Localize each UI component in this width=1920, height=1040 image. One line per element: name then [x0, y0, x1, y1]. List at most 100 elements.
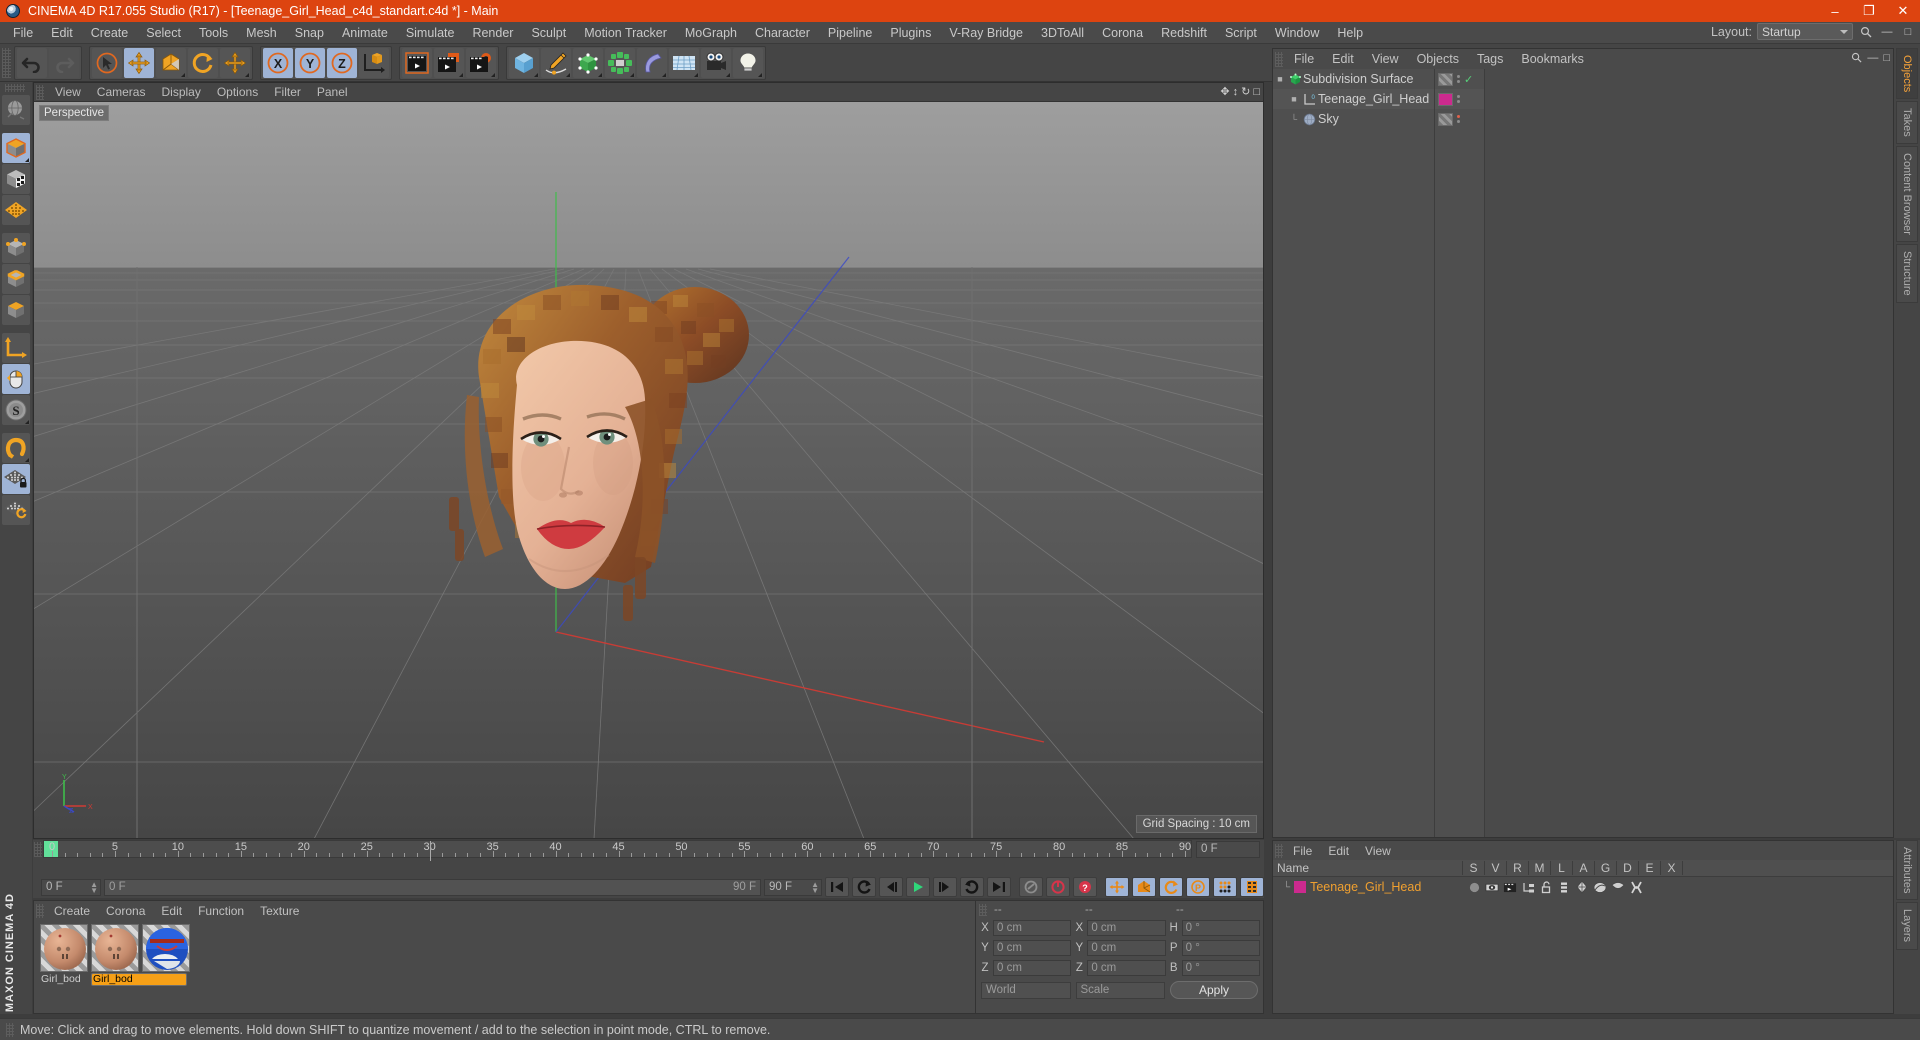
position-key-button[interactable] [1105, 877, 1129, 897]
viewport-menu-panel[interactable]: Panel [309, 84, 356, 100]
object-tree[interactable]: ■ Subdivision Surface ■ 0 Teenage_Girl_H… [1273, 69, 1435, 837]
spinner-icon[interactable]: ▲▼ [90, 882, 98, 894]
bend-deformer-button[interactable] [637, 48, 667, 78]
edges-mode-button[interactable] [2, 264, 30, 294]
tag-menu-edit[interactable]: Edit [1320, 843, 1357, 859]
viewport-menu-grip[interactable] [36, 85, 44, 100]
menu-item-edit[interactable]: Edit [42, 24, 82, 42]
undo-tool[interactable] [17, 48, 47, 78]
menu-item-motion-tracker[interactable]: Motion Tracker [575, 24, 676, 42]
menu-item-mograph[interactable]: MoGraph [676, 24, 746, 42]
expander-minus-icon[interactable]: ■ [1273, 74, 1287, 84]
expander-plus-icon[interactable]: ■ [1287, 94, 1301, 104]
tab-content-browser[interactable]: Content Browser [1896, 146, 1918, 242]
rotate-view-icon[interactable]: ↻ [1241, 85, 1250, 98]
points-mode-button[interactable] [2, 233, 30, 263]
tab-layers[interactable]: Layers [1896, 902, 1918, 949]
timeline-ruler[interactable]: 051015202530354045505560657075808590 [43, 840, 1192, 858]
material-menu-edit[interactable]: Edit [153, 903, 190, 919]
object-tag-row[interactable]: ✓ [1435, 69, 1484, 89]
preview-range-bar[interactable]: 0 F 90 F [104, 879, 761, 896]
perspective-viewport[interactable]: Perspective [34, 102, 1263, 838]
render-view-button[interactable] [402, 48, 432, 78]
hierarchy-icon[interactable] [1521, 880, 1535, 894]
viewport-menu-options[interactable]: Options [209, 84, 266, 100]
object-tag-row[interactable] [1435, 109, 1484, 129]
menu-item-snap[interactable]: Snap [286, 24, 333, 42]
render-to-picture-viewer-button[interactable] [434, 48, 464, 78]
menu-item-pipeline[interactable]: Pipeline [819, 24, 881, 42]
visibility-dots-icon[interactable] [1457, 75, 1460, 83]
restore-panel-icon[interactable]: □ [1883, 52, 1890, 66]
keyframe-selection-button[interactable]: ? [1073, 877, 1097, 897]
toolbar-grip[interactable] [2, 48, 11, 78]
object-row-subdivision-surface[interactable]: ■ Subdivision Surface [1273, 69, 1434, 89]
step-forward-button[interactable] [933, 877, 957, 897]
position-z-field[interactable]: 0 cm [993, 960, 1071, 976]
go-to-start-button[interactable] [825, 877, 849, 897]
timeline-view-button[interactable] [1240, 877, 1264, 897]
tab-attributes[interactable]: Attributes [1896, 840, 1918, 900]
size-y-field[interactable]: 0 cm [1087, 940, 1165, 956]
minimize-panel-icon[interactable]: — [1867, 52, 1878, 66]
position-x-field[interactable]: 0 cm [993, 920, 1071, 936]
left-toolbar-grip[interactable] [5, 84, 25, 92]
floor-environment-button[interactable] [669, 48, 699, 78]
object-menu-view[interactable]: View [1363, 51, 1408, 67]
redo-tool[interactable] [49, 48, 79, 78]
object-tag-row[interactable] [1435, 89, 1484, 109]
menu-item-mesh[interactable]: Mesh [237, 24, 286, 42]
step-back-button[interactable] [879, 877, 903, 897]
menu-item-simulate[interactable]: Simulate [397, 24, 464, 42]
tag-row[interactable]: └ Teenage_Girl_Head [1273, 877, 1893, 897]
viewport-menu-filter[interactable]: Filter [266, 84, 309, 100]
go-to-next-key-button[interactable] [960, 877, 984, 897]
live-selection-tool[interactable] [92, 48, 122, 78]
record-active-objects-button[interactable] [1019, 877, 1043, 897]
layout-select[interactable]: Startup [1757, 23, 1853, 40]
z-axis-lock-button[interactable]: Z [327, 48, 357, 78]
material-item[interactable]: Girl_bod [40, 924, 88, 986]
move-tool-duplicate[interactable] [220, 48, 250, 78]
coordinate-system-select[interactable]: World [981, 982, 1071, 999]
enable-axis-modification-button[interactable] [2, 364, 30, 394]
world-object-coordinate-button[interactable] [359, 48, 389, 78]
spline-pen-button[interactable] [541, 48, 571, 78]
x-axis-lock-button[interactable]: X [263, 48, 293, 78]
menu-item-help[interactable]: Help [1328, 24, 1372, 42]
visibility-dots-icon[interactable] [1457, 115, 1460, 123]
menu-item-script[interactable]: Script [1216, 24, 1266, 42]
object-menu-edit[interactable]: Edit [1323, 51, 1363, 67]
menu-item-plugins[interactable]: Plugins [881, 24, 940, 42]
scale-view-icon[interactable]: ↕ [1233, 86, 1239, 98]
rotation-b-field[interactable]: 0 ° [1182, 960, 1260, 976]
object-menu-tags[interactable]: Tags [1468, 51, 1512, 67]
y-axis-lock-button[interactable]: Y [295, 48, 325, 78]
cube-primitive-button[interactable] [509, 48, 539, 78]
light-button[interactable] [733, 48, 763, 78]
maximize-button[interactable]: ❐ [1852, 0, 1886, 22]
layer-icon[interactable] [1557, 880, 1571, 894]
object-menu-bookmarks[interactable]: Bookmarks [1512, 51, 1593, 67]
timeline-playhead[interactable] [430, 841, 431, 861]
magnet-tool-button[interactable] [2, 433, 30, 463]
teenage-girl-head-model[interactable] [419, 267, 779, 647]
render-icon[interactable] [1503, 880, 1517, 894]
material-menu-create[interactable]: Create [46, 903, 98, 919]
tag-manager-grip[interactable] [1275, 844, 1283, 858]
close-button[interactable]: ✕ [1886, 0, 1920, 22]
workplane-rotate-button[interactable] [2, 495, 30, 525]
object-color-swatch[interactable] [1438, 113, 1453, 126]
material-thumbnail[interactable] [40, 924, 88, 972]
rotation-h-field[interactable]: 0 ° [1182, 920, 1260, 936]
status-bar-grip[interactable] [6, 1023, 14, 1037]
menu-item-corona[interactable]: Corona [1093, 24, 1152, 42]
menu-item-3dtoall[interactable]: 3DToAll [1032, 24, 1093, 42]
tag-menu-file[interactable]: File [1285, 843, 1320, 859]
size-z-field[interactable]: 0 cm [1087, 960, 1165, 976]
nurbs-generator-button[interactable] [573, 48, 603, 78]
parameter-key-button[interactable]: P [1186, 877, 1210, 897]
object-menu-file[interactable]: File [1285, 51, 1323, 67]
texture-mode-button[interactable] [2, 164, 30, 194]
object-menu-objects[interactable]: Objects [1408, 51, 1468, 67]
